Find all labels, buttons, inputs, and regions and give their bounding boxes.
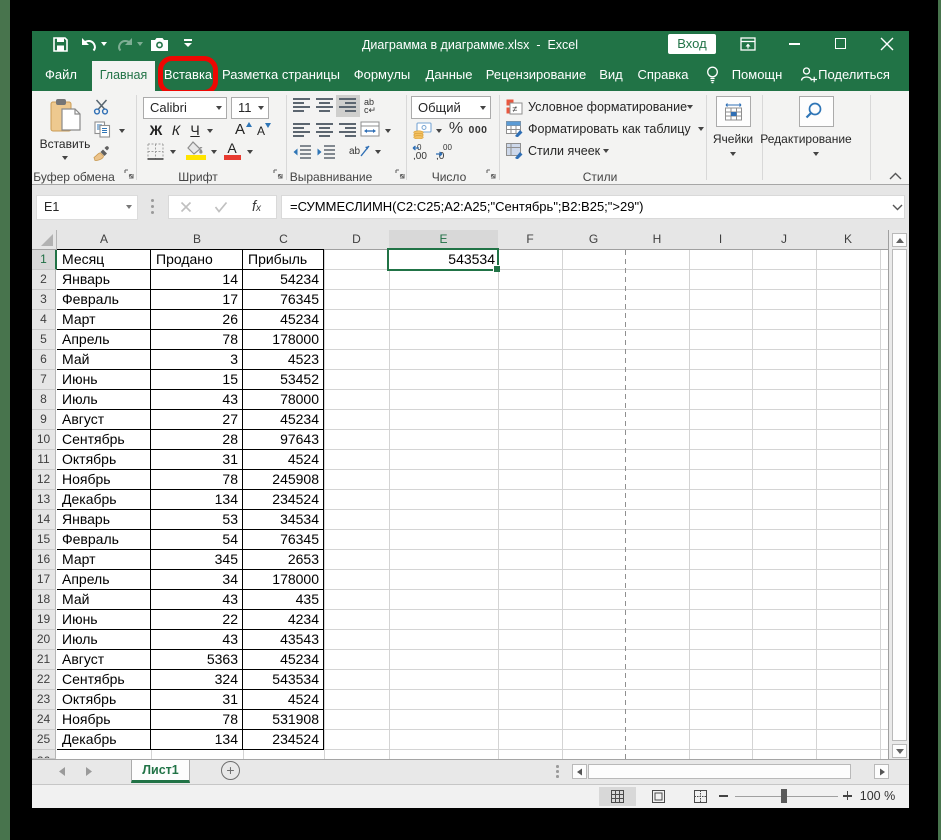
svg-text:c↵: c↵ <box>364 105 376 114</box>
svg-text:,00: ,00 <box>413 151 427 160</box>
svg-text:00: 00 <box>443 143 452 152</box>
svg-text:≠: ≠ <box>513 104 518 114</box>
svg-text:ab: ab <box>349 146 361 157</box>
